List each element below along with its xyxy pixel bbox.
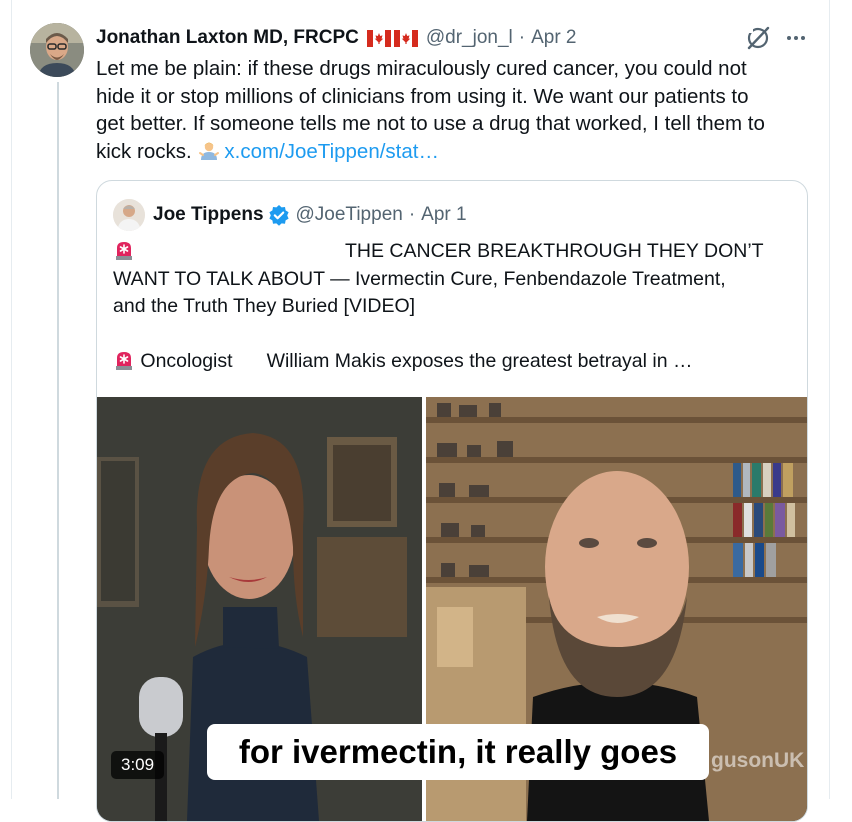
person-shrugging-emoji	[199, 142, 220, 160]
tweet-text-line-last: kick rocks. x.com/JoeTippen/stat…	[96, 138, 808, 166]
avatar[interactable]	[30, 23, 84, 77]
quote-text-line-1: THE CANCER BREAKTHROUGH THEY DON’T	[113, 238, 793, 266]
video-watermark: gusonUK	[711, 749, 805, 772]
siren-emoji-icon	[116, 352, 132, 371]
timeline-border-left	[11, 0, 12, 799]
tweet-text-line: get better. If someone tells me not to u…	[96, 112, 765, 136]
tweet-text-line: Let me be plain: if these drugs miraculo…	[96, 57, 747, 80]
quote-text: Oncologist	[140, 350, 233, 373]
quote-text: THE CANCER BREAKTHROUGH THEY DON’T	[345, 240, 764, 262]
quote-text: William Makis exposes the greatest betra…	[266, 350, 693, 373]
flag-emojis	[366, 29, 418, 47]
canada-flag-icon	[366, 29, 391, 47]
quote-text-blank-line	[113, 321, 793, 349]
video-duration: 3:09	[111, 751, 165, 779]
more-icon[interactable]	[784, 27, 808, 49]
quote-tweet-card[interactable]: Joe Tippens @JoeTippen · Apr 1 THE CANCE…	[96, 180, 808, 822]
tweet-body: Let me be plain: if these drugs miraculo…	[96, 55, 808, 165]
quote-author-name[interactable]: Joe Tippens	[153, 204, 264, 226]
avatar-image	[30, 23, 84, 77]
author-handle[interactable]: @dr_jon_l	[426, 27, 513, 49]
timeline-border-right	[829, 0, 830, 799]
canada-flag-icon	[393, 29, 418, 47]
separator-dot: ·	[408, 204, 416, 225]
tweet-text-line: hide it or stop millions of clinicians f…	[96, 84, 749, 108]
quote-avatar[interactable]	[113, 199, 145, 231]
quote-header: Joe Tippens @JoeTippen · Apr 1	[113, 199, 467, 231]
quote-body: THE CANCER BREAKTHROUGH THEY DON’T WANT …	[113, 238, 793, 376]
thread-connector-line	[57, 82, 59, 799]
tweet-link[interactable]: x.com/JoeTippen/stat…	[224, 140, 439, 163]
siren-emoji-icon	[116, 242, 132, 260]
tweet-header: Jonathan Laxton MD, FRCPC @dr_jon_l · Ap…	[96, 24, 577, 52]
tweet-text-line: kick rocks.	[96, 139, 192, 163]
author-name[interactable]: Jonathan Laxton MD, FRCPC	[96, 27, 359, 49]
video-caption: for ivermectin, it really goes	[207, 724, 709, 780]
video-player[interactable]: 3:09 for ivermectin, it really goes guso…	[97, 397, 807, 821]
verified-badge-icon[interactable]	[268, 204, 290, 226]
quote-text: WANT TO TALK ABOUT — Ivermectin Cure, Fe…	[113, 267, 726, 290]
quote-avatar-image	[113, 199, 145, 231]
quote-date[interactable]: Apr 1	[421, 204, 466, 226]
separator-dot: ·	[518, 27, 526, 48]
grok-icon[interactable]	[744, 24, 772, 52]
quote-text-line-5: Oncologist William Makis exposes the grea…	[113, 348, 793, 376]
tweet-date[interactable]: Apr 2	[531, 27, 576, 49]
quote-author-handle[interactable]: @JoeTippen	[296, 204, 403, 226]
quote-text: and the Truth They Buried [VIDEO]	[113, 295, 416, 318]
